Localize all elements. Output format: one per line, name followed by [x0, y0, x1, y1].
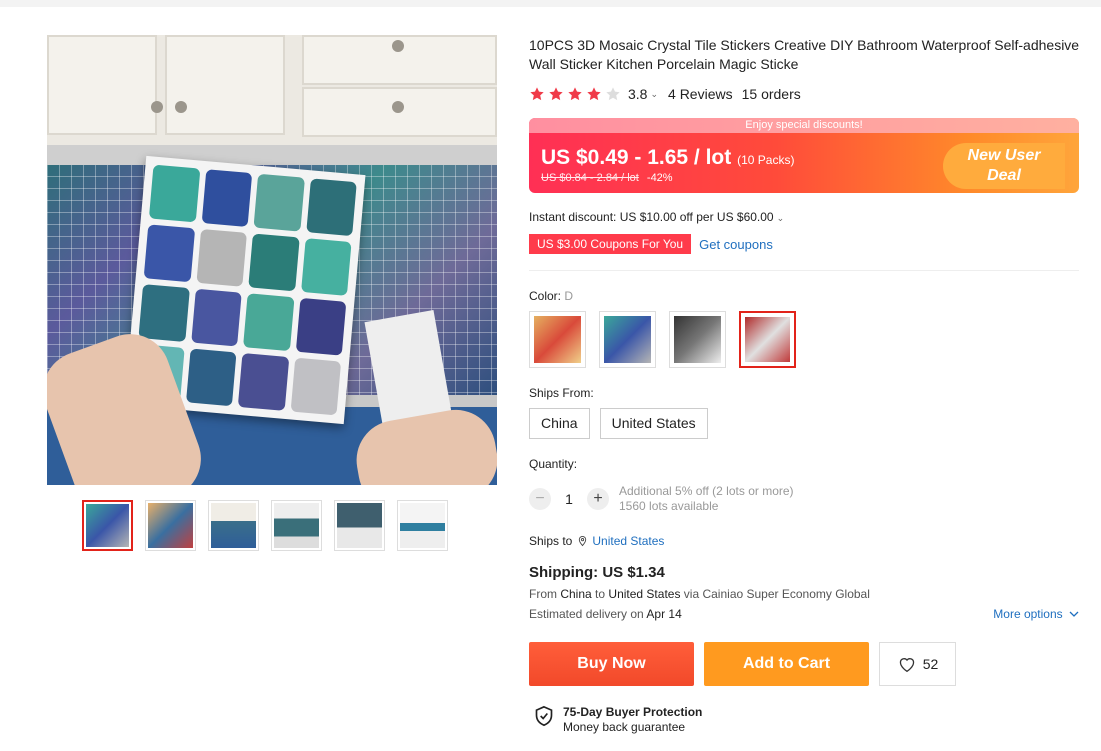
color-option-d[interactable] [739, 311, 796, 368]
image-cabinet [47, 35, 497, 147]
color-option-a[interactable] [529, 311, 586, 368]
thumbnail-5[interactable] [334, 500, 385, 551]
ships-from-china[interactable]: China [529, 408, 590, 439]
star-icon [530, 87, 544, 101]
original-price: US $0.84 - 2.84 / lot [541, 172, 639, 184]
color-option-b[interactable] [599, 311, 656, 368]
chevron-down-icon[interactable]: ⌄ [650, 89, 658, 100]
ships-to-country-link[interactable]: United States [592, 534, 664, 548]
price-range: US $0.49 - 1.65 / lot (10 Packs) [541, 146, 794, 170]
thumbnail-1[interactable] [82, 500, 133, 551]
protection-title: 75-Day Buyer Protection [563, 705, 703, 719]
star-empty-icon [606, 87, 620, 101]
star-icon [587, 87, 601, 101]
rating-row: 3.8 ⌄ 4 Reviews 15 orders [529, 86, 801, 102]
ships-from-label: Ships From: [529, 386, 594, 400]
star-icon [568, 87, 582, 101]
buyer-protection: 75-Day Buyer Protection Money back guara… [534, 705, 702, 735]
ships-to: Ships to United States [529, 534, 665, 548]
color-options [529, 311, 796, 368]
instant-discount[interactable]: Instant discount: US $10.00 off per US $… [529, 210, 784, 224]
thumbnail-6[interactable] [397, 500, 448, 551]
color-label: Color: D [529, 289, 574, 303]
promo-banner: Enjoy special discounts! US $0.49 - 1.65… [529, 118, 1079, 193]
coupon-badge: US $3.00 Coupons For You [529, 234, 692, 254]
heart-icon [899, 658, 914, 673]
promo-banner-text: Enjoy special discounts! [529, 118, 1079, 133]
quantity-label: Quantity: [529, 457, 578, 471]
get-coupons-link[interactable]: Get coupons [699, 237, 773, 252]
product-title: 10PCS 3D Mosaic Crystal Tile Stickers Cr… [529, 37, 1080, 72]
estimated-delivery: Estimated delivery on Apr 14 [529, 607, 682, 621]
color-option-c[interactable] [669, 311, 726, 368]
coupon-row: US $3.00 Coupons For You Get coupons [529, 234, 773, 254]
chevron-down-icon [1069, 611, 1079, 617]
shipping-cost: Shipping: US $1.34 [529, 564, 665, 581]
orders-count: 15 orders [741, 86, 801, 102]
quantity-stepper: − 1 + Additional 5% off (2 lots or more)… [529, 484, 794, 514]
rating-value[interactable]: 3.8 [628, 86, 647, 102]
wishlist-button[interactable]: 52 [879, 642, 956, 686]
quantity-decrease-button[interactable]: − [529, 488, 551, 510]
thumbnail-2[interactable] [145, 500, 196, 551]
chevron-down-icon: ⌄ [776, 213, 785, 223]
more-options-link[interactable]: More options [993, 607, 1079, 621]
shield-check-icon [535, 705, 553, 727]
original-price-row: US $0.84 - 2.84 / lot -42% [541, 172, 673, 184]
main-product-image[interactable] [47, 35, 497, 485]
pack-size: (10 Packs) [737, 153, 795, 167]
ships-from-options: China United States [529, 408, 708, 439]
location-pin-icon [579, 535, 587, 547]
price-value: US $0.49 - 1.65 / lot [541, 146, 732, 169]
quantity-increase-button[interactable]: + [587, 488, 609, 510]
ships-from-united-states[interactable]: United States [599, 408, 708, 439]
discount-percent: -42% [646, 172, 673, 184]
wishlist-count: 52 [922, 656, 939, 672]
reviews-link[interactable]: 4 Reviews [668, 86, 733, 102]
thumbnail-3[interactable] [208, 500, 259, 551]
new-user-deal-badge: New User Deal [943, 143, 1065, 189]
shipping-route: From China to United States via Cainiao … [529, 587, 870, 601]
quantity-info: Additional 5% off (2 lots or more) 1560 … [619, 484, 794, 513]
top-bar [0, 0, 1101, 7]
buy-now-button[interactable]: Buy Now [529, 642, 694, 686]
thumbnail-strip [82, 500, 448, 551]
quantity-input[interactable]: 1 [551, 491, 587, 507]
thumbnail-4[interactable] [271, 500, 322, 551]
star-icon [549, 87, 563, 101]
add-to-cart-button[interactable]: Add to Cart [704, 642, 869, 686]
divider [529, 270, 1079, 271]
protection-subtitle: Money back guarantee [563, 720, 686, 734]
